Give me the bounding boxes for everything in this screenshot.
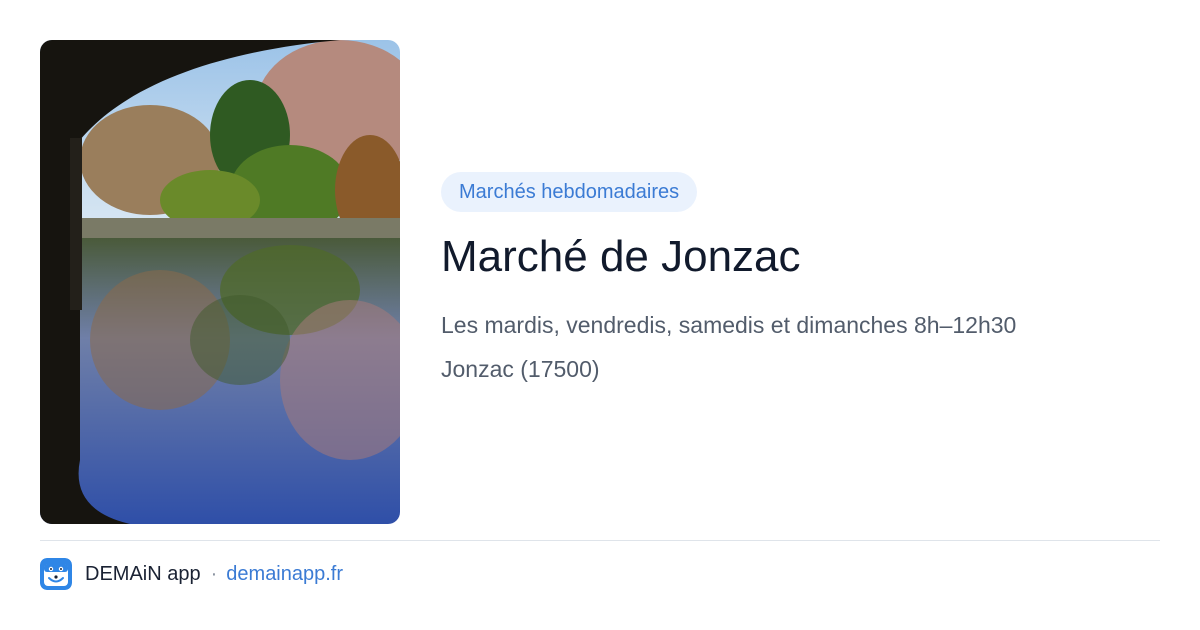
market-photo — [40, 40, 400, 524]
category-chip[interactable]: Marchés hebdomadaires — [441, 172, 698, 212]
card-content: Marchés hebdomadaires Marché de Jonzac L… — [441, 172, 1161, 384]
demain-mascot-icon — [40, 558, 72, 590]
market-title: Marché de Jonzac — [441, 232, 801, 281]
footer: DEMAiN app · demainapp.fr — [40, 558, 343, 590]
market-location: Jonzac (17500) — [441, 356, 600, 382]
market-schedule: Les mardis, vendredis, samedis et dimanc… — [441, 312, 1017, 338]
footer-separator: · — [210, 562, 218, 585]
share-card: Marchés hebdomadaires Marché de Jonzac L… — [0, 0, 1200, 630]
site-link[interactable]: demainapp.fr — [226, 563, 343, 586]
footer-divider — [40, 540, 1160, 541]
app-name: DEMAiN app — [85, 562, 201, 585]
